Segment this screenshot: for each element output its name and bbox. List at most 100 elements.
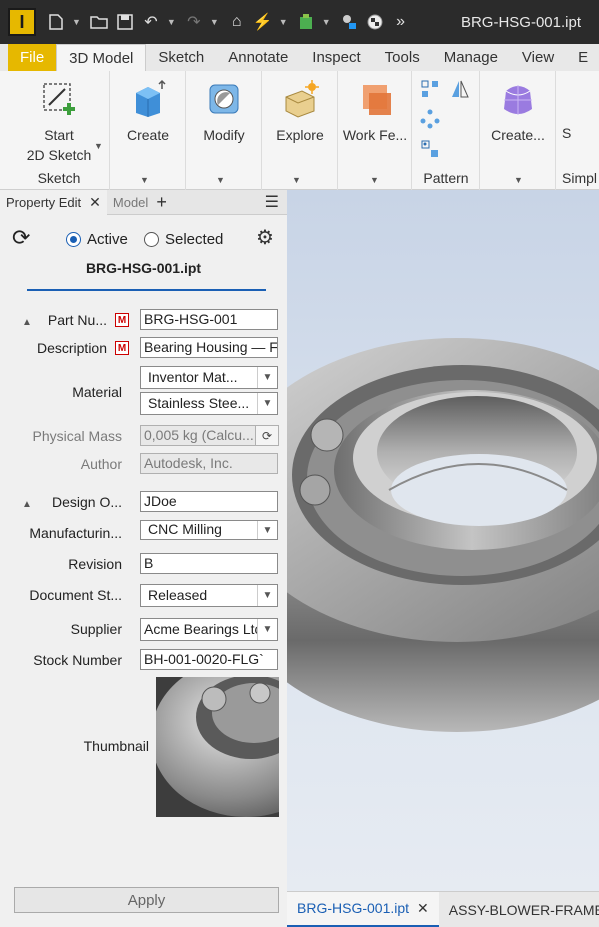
radio-dot bbox=[144, 232, 159, 247]
tab-environments[interactable]: E bbox=[566, 44, 599, 71]
create-group: Create ▼ bbox=[110, 71, 186, 190]
radio-dot-selected bbox=[66, 232, 81, 247]
chevron-down-icon[interactable]: ▼ bbox=[292, 175, 301, 185]
more-icon[interactable]: » bbox=[391, 12, 411, 32]
chevron-down-icon[interactable]: ▼ bbox=[94, 141, 103, 151]
chevron-down-icon[interactable]: ▼ bbox=[72, 17, 81, 27]
tab-file[interactable]: File bbox=[8, 44, 57, 71]
doc-tab-assembly[interactable]: ASSY-BLOWER-FRAME bbox=[439, 892, 599, 927]
redo-icon[interactable]: ↷ bbox=[184, 12, 204, 32]
chevron-down-icon[interactable]: ▼ bbox=[167, 17, 176, 27]
refresh-icon[interactable]: ⟳ bbox=[12, 225, 30, 251]
chevron-down-icon[interactable]: ▼ bbox=[514, 175, 523, 185]
design-owner-field[interactable]: JDoe bbox=[140, 491, 278, 512]
chevron-down-icon[interactable]: ▼ bbox=[140, 175, 149, 185]
work-features-button[interactable]: Work Fe... bbox=[338, 79, 412, 145]
stock-number-field[interactable]: BH-001-0020-FLG` bbox=[140, 649, 278, 670]
gear-icon[interactable]: ⚙ bbox=[256, 225, 274, 250]
recalculate-icon[interactable]: ⟳ bbox=[255, 425, 279, 446]
work-plane-icon bbox=[355, 79, 395, 119]
tab-model[interactable]: Model + bbox=[107, 190, 173, 215]
material-icon[interactable] bbox=[296, 12, 316, 32]
work-features-label: Work Fe... bbox=[342, 127, 408, 143]
material-library-select[interactable]: Inventor Mat... ▼ bbox=[140, 366, 278, 389]
close-icon[interactable]: ✕ bbox=[89, 194, 101, 211]
thumbnail-image[interactable] bbox=[156, 677, 279, 817]
thumbnail-label: Thumbnail bbox=[83, 738, 149, 754]
tab-property-edit[interactable]: Property Edit ✕ bbox=[0, 189, 107, 215]
appearance-icon[interactable] bbox=[339, 12, 359, 32]
document-status-select[interactable]: Released ▼ bbox=[140, 584, 278, 607]
collapse-triangle-icon[interactable]: ▲ bbox=[22, 499, 32, 510]
radio-selected-label: Selected bbox=[165, 231, 224, 248]
document-status-label: Document St... bbox=[29, 587, 122, 603]
apply-button[interactable]: Apply bbox=[14, 887, 279, 913]
doc-tab-active[interactable]: BRG-HSG-001.ipt ✕ bbox=[287, 891, 439, 927]
tab-annotate[interactable]: Annotate bbox=[216, 44, 300, 71]
part-number-field[interactable]: BRG-HSG-001 bbox=[140, 309, 278, 330]
manufacturing-select[interactable]: CNC Milling ▼ bbox=[140, 520, 278, 540]
create-button[interactable]: Create bbox=[114, 79, 182, 145]
undo-icon[interactable]: ↶ bbox=[141, 12, 161, 32]
pattern-group: Pattern bbox=[412, 71, 480, 190]
simplify-button[interactable]: S bbox=[562, 123, 571, 143]
revision-field[interactable]: B bbox=[140, 553, 278, 574]
checker-sphere-icon[interactable] bbox=[365, 12, 385, 32]
start-2d-sketch-button[interactable]: Start 2D Sketch bbox=[18, 79, 100, 165]
new-file-icon[interactable] bbox=[46, 12, 66, 32]
collapse-triangle-icon[interactable]: ▲ bbox=[22, 317, 32, 328]
open-folder-icon[interactable] bbox=[89, 12, 109, 32]
stock-number-label: Stock Number bbox=[33, 652, 122, 668]
chevron-down-icon[interactable]: ▼ bbox=[279, 17, 288, 27]
chevron-down-icon[interactable]: ▼ bbox=[257, 367, 277, 388]
tab-inspect[interactable]: Inspect bbox=[300, 44, 372, 71]
tab-model-label: Model bbox=[112, 194, 149, 210]
explore-icon bbox=[280, 79, 320, 119]
supplier-value: Acme Bearings Ltc bbox=[144, 621, 262, 637]
supplier-select[interactable]: Acme Bearings Ltc ▼ bbox=[140, 618, 278, 641]
pattern-group-label: Pattern bbox=[423, 170, 469, 186]
property-panel: Property Edit ✕ Model + ☰ ⟳ Active Selec… bbox=[0, 189, 287, 927]
tab-view[interactable]: View bbox=[510, 44, 566, 71]
modify-label: Modify bbox=[203, 127, 245, 143]
sketch-pattern-icon[interactable] bbox=[420, 139, 440, 162]
circular-pattern-icon[interactable] bbox=[420, 109, 440, 132]
description-field[interactable]: Bearing Housing — Fl bbox=[140, 337, 278, 358]
chevron-down-icon[interactable]: ▼ bbox=[257, 585, 277, 606]
chevron-down-icon[interactable]: ▼ bbox=[322, 17, 331, 27]
explore-group: Explore ▼ bbox=[262, 71, 338, 190]
chevron-down-icon[interactable]: ▼ bbox=[210, 17, 219, 27]
chevron-down-icon[interactable]: ▼ bbox=[257, 393, 277, 414]
material-select[interactable]: Stainless Stee... ▼ bbox=[140, 392, 278, 415]
chevron-down-icon[interactable]: ▼ bbox=[257, 619, 277, 640]
quick-access-toolbar: I ▼ ↶ ▼ ↷ ▼ ⌂ ⚡ ▼ ▼ » BRG-HSG-001.ipt bbox=[0, 0, 599, 44]
start-sketch-label-2: 2D Sketch bbox=[26, 147, 92, 163]
panel-menu-icon[interactable]: ☰ bbox=[265, 192, 279, 212]
freeform-box-icon bbox=[498, 79, 538, 119]
rectangular-pattern-icon[interactable] bbox=[420, 79, 440, 102]
tab-tools[interactable]: Tools bbox=[373, 44, 432, 71]
add-tab-icon[interactable]: + bbox=[156, 192, 167, 213]
tab-sketch[interactable]: Sketch bbox=[146, 44, 216, 71]
radio-selected[interactable]: Selected bbox=[144, 231, 223, 248]
close-icon[interactable]: ✕ bbox=[417, 900, 429, 917]
chevron-down-icon[interactable]: ▼ bbox=[216, 175, 225, 185]
home-icon[interactable]: ⌂ bbox=[227, 12, 247, 32]
tab-manage[interactable]: Manage bbox=[432, 44, 510, 71]
update-icon[interactable]: ⚡ bbox=[253, 12, 273, 32]
app-logo[interactable]: I bbox=[8, 8, 36, 36]
physical-mass-field: 0,005 kg (Calcu... bbox=[140, 425, 256, 446]
explore-button[interactable]: Explore bbox=[266, 79, 334, 145]
save-icon[interactable] bbox=[115, 12, 135, 32]
create-freeform-button[interactable]: Create... bbox=[482, 79, 554, 145]
tab-3d-model[interactable]: 3D Model bbox=[56, 44, 147, 71]
3d-viewport[interactable] bbox=[287, 190, 599, 891]
author-label: Author bbox=[80, 456, 122, 472]
radio-active[interactable]: Active bbox=[66, 231, 128, 248]
mirror-icon[interactable] bbox=[450, 79, 470, 102]
extrude-icon bbox=[128, 79, 168, 119]
chevron-down-icon[interactable]: ▼ bbox=[370, 175, 379, 185]
bearing-model bbox=[287, 338, 599, 732]
chevron-down-icon[interactable]: ▼ bbox=[257, 521, 277, 539]
modify-button[interactable]: Modify bbox=[190, 79, 258, 145]
